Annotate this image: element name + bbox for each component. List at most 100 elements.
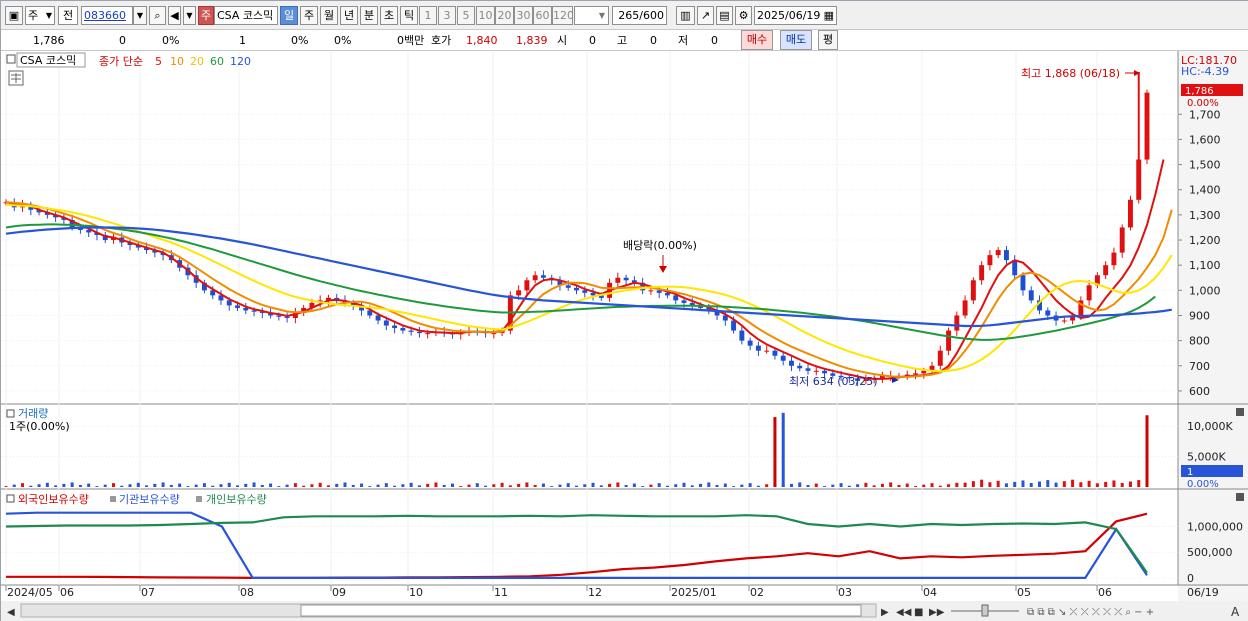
scrollbar-thumb[interactable] <box>300 604 862 617</box>
volume-bar <box>591 482 595 487</box>
volume-panel-close-icon[interactable] <box>1236 408 1244 416</box>
stop-icon[interactable]: ■ <box>914 607 923 618</box>
volume-bar <box>417 485 421 487</box>
price-tick-label: 1,600 <box>1189 133 1221 146</box>
interval-60[interactable]: 60 <box>533 6 552 25</box>
rewind-icon[interactable]: ◀◀ <box>896 607 912 618</box>
volume-bar <box>459 486 463 487</box>
count-field[interactable]: 265/600 <box>612 6 667 25</box>
volume-bar <box>178 483 182 487</box>
stock-name-field[interactable]: CSA 코스믹 <box>214 6 278 25</box>
scroll-left-icon[interactable]: ◀ <box>7 607 15 618</box>
interval-10[interactable]: 10 <box>476 6 495 25</box>
quote-bar: 1,786 0 0% 1 0% 0% 0백만 호가 1,840 1,839 시 … <box>1 30 1248 51</box>
code-dropdown-icon[interactable]: ▼ <box>133 6 147 25</box>
volume-bar <box>889 482 893 487</box>
tool-icons[interactable]: ⧉ ⧉ ⧉ ↘ ⤫ ⤫ ⤫ ⤫ ⤫ ⌕ − + <box>1027 607 1154 618</box>
candle-body <box>656 290 662 293</box>
sell-button[interactable]: 매도 <box>780 30 812 50</box>
tab-minute[interactable]: 분 <box>360 6 378 25</box>
volume-bar <box>54 485 58 487</box>
volume-bar <box>285 484 289 487</box>
volume-bar <box>260 484 264 487</box>
tab-weekly[interactable]: 주 <box>300 6 318 25</box>
count-total: /600 <box>639 9 664 22</box>
volume-bar <box>955 482 959 487</box>
period-mode-select[interactable]: 주 ▼ <box>25 6 55 25</box>
ma-label-60: 60 <box>210 55 224 68</box>
eval-button[interactable]: 평 <box>818 30 838 50</box>
price-tick-label: 1,000 <box>1189 284 1221 297</box>
chart-area[interactable]: 6007008009001,0001,1001,2001,3001,4001,5… <box>1 51 1248 621</box>
draw-tool-icon[interactable]: ↗ <box>697 6 714 25</box>
volume-bar <box>608 483 612 487</box>
font-size-icon[interactable]: A <box>1231 605 1240 619</box>
volume-bar <box>293 483 297 487</box>
volume-bar <box>500 482 504 487</box>
volume-bar <box>103 484 107 487</box>
low-value: 0 <box>711 34 718 47</box>
high-value: 0 <box>650 34 657 47</box>
volume-bar <box>831 484 835 487</box>
speaker-icon[interactable]: ◀ <box>168 6 181 25</box>
tab-yearly[interactable]: 년 <box>340 6 358 25</box>
volume-bar <box>62 483 66 487</box>
volume-bar <box>326 485 330 487</box>
zoom-slider-handle[interactable] <box>981 604 989 617</box>
x-tick-label: 04 <box>923 586 937 599</box>
custom-interval-select[interactable]: ▼ <box>574 6 609 25</box>
volume-bar <box>128 484 132 487</box>
volume-bar <box>318 482 322 487</box>
interval-1[interactable]: 1 <box>419 6 437 25</box>
forward-icon[interactable]: ▶▶ <box>929 607 945 618</box>
candle-body <box>623 277 629 281</box>
calendar-icon[interactable]: ▦ <box>824 7 834 24</box>
candle-body <box>970 280 976 301</box>
candle-body <box>755 345 761 351</box>
volume-bar <box>740 484 744 487</box>
settings-gear-icon[interactable]: ⚙ <box>735 6 752 25</box>
volume-bar <box>4 486 8 487</box>
candle-body <box>425 333 431 335</box>
candle-body <box>673 295 679 301</box>
scroll-right-icon[interactable]: ▶ <box>881 607 889 618</box>
ask-price: 1,840 <box>466 34 498 47</box>
x-tick-label: 05 <box>1017 586 1031 599</box>
volume-bar <box>120 485 124 487</box>
volume-bar <box>575 485 578 487</box>
volume-bar <box>1120 482 1124 487</box>
candle-type-icon[interactable]: ▥ <box>676 6 695 25</box>
volume-bar <box>78 484 82 487</box>
volume-bar <box>202 483 206 487</box>
volume-bar <box>1062 481 1066 487</box>
date-field[interactable]: 2025/06/19 ▦ <box>754 6 837 25</box>
tab-tick[interactable]: 틱 <box>400 6 418 25</box>
bid-price: 1,839 <box>516 34 548 47</box>
volume-bar <box>525 482 529 487</box>
holder-panel-close-icon[interactable] <box>1236 493 1244 501</box>
interval-30[interactable]: 30 <box>514 6 533 25</box>
tab-second[interactable]: 초 <box>380 6 398 25</box>
interval-5[interactable]: 5 <box>457 6 475 25</box>
search-icon[interactable]: ⌕ <box>149 6 166 25</box>
save-icon[interactable]: ▤ <box>716 6 733 25</box>
stock-code-input[interactable]: 083660 <box>81 6 133 25</box>
candle-body <box>1020 275 1026 291</box>
volume-bar <box>930 483 934 487</box>
volume-title: 거래량 <box>18 407 48 420</box>
candle-body <box>375 315 381 321</box>
speaker-dropdown-icon[interactable]: ▼ <box>183 6 196 25</box>
volume-bar <box>244 483 248 487</box>
interval-20[interactable]: 20 <box>495 6 514 25</box>
interval-3[interactable]: 3 <box>438 6 456 25</box>
high-label: 고 <box>617 34 628 47</box>
candle-body <box>251 310 257 312</box>
tab-daily[interactable]: 일 <box>280 6 298 25</box>
volume-bar <box>823 486 827 487</box>
interval-120[interactable]: 120 <box>552 6 573 25</box>
layout-icon[interactable]: ▣ <box>5 6 23 25</box>
volume-bar <box>277 486 281 487</box>
scope-select[interactable]: 전 <box>58 6 78 25</box>
tab-monthly[interactable]: 월 <box>320 6 338 25</box>
buy-button[interactable]: 매수 <box>741 30 773 50</box>
